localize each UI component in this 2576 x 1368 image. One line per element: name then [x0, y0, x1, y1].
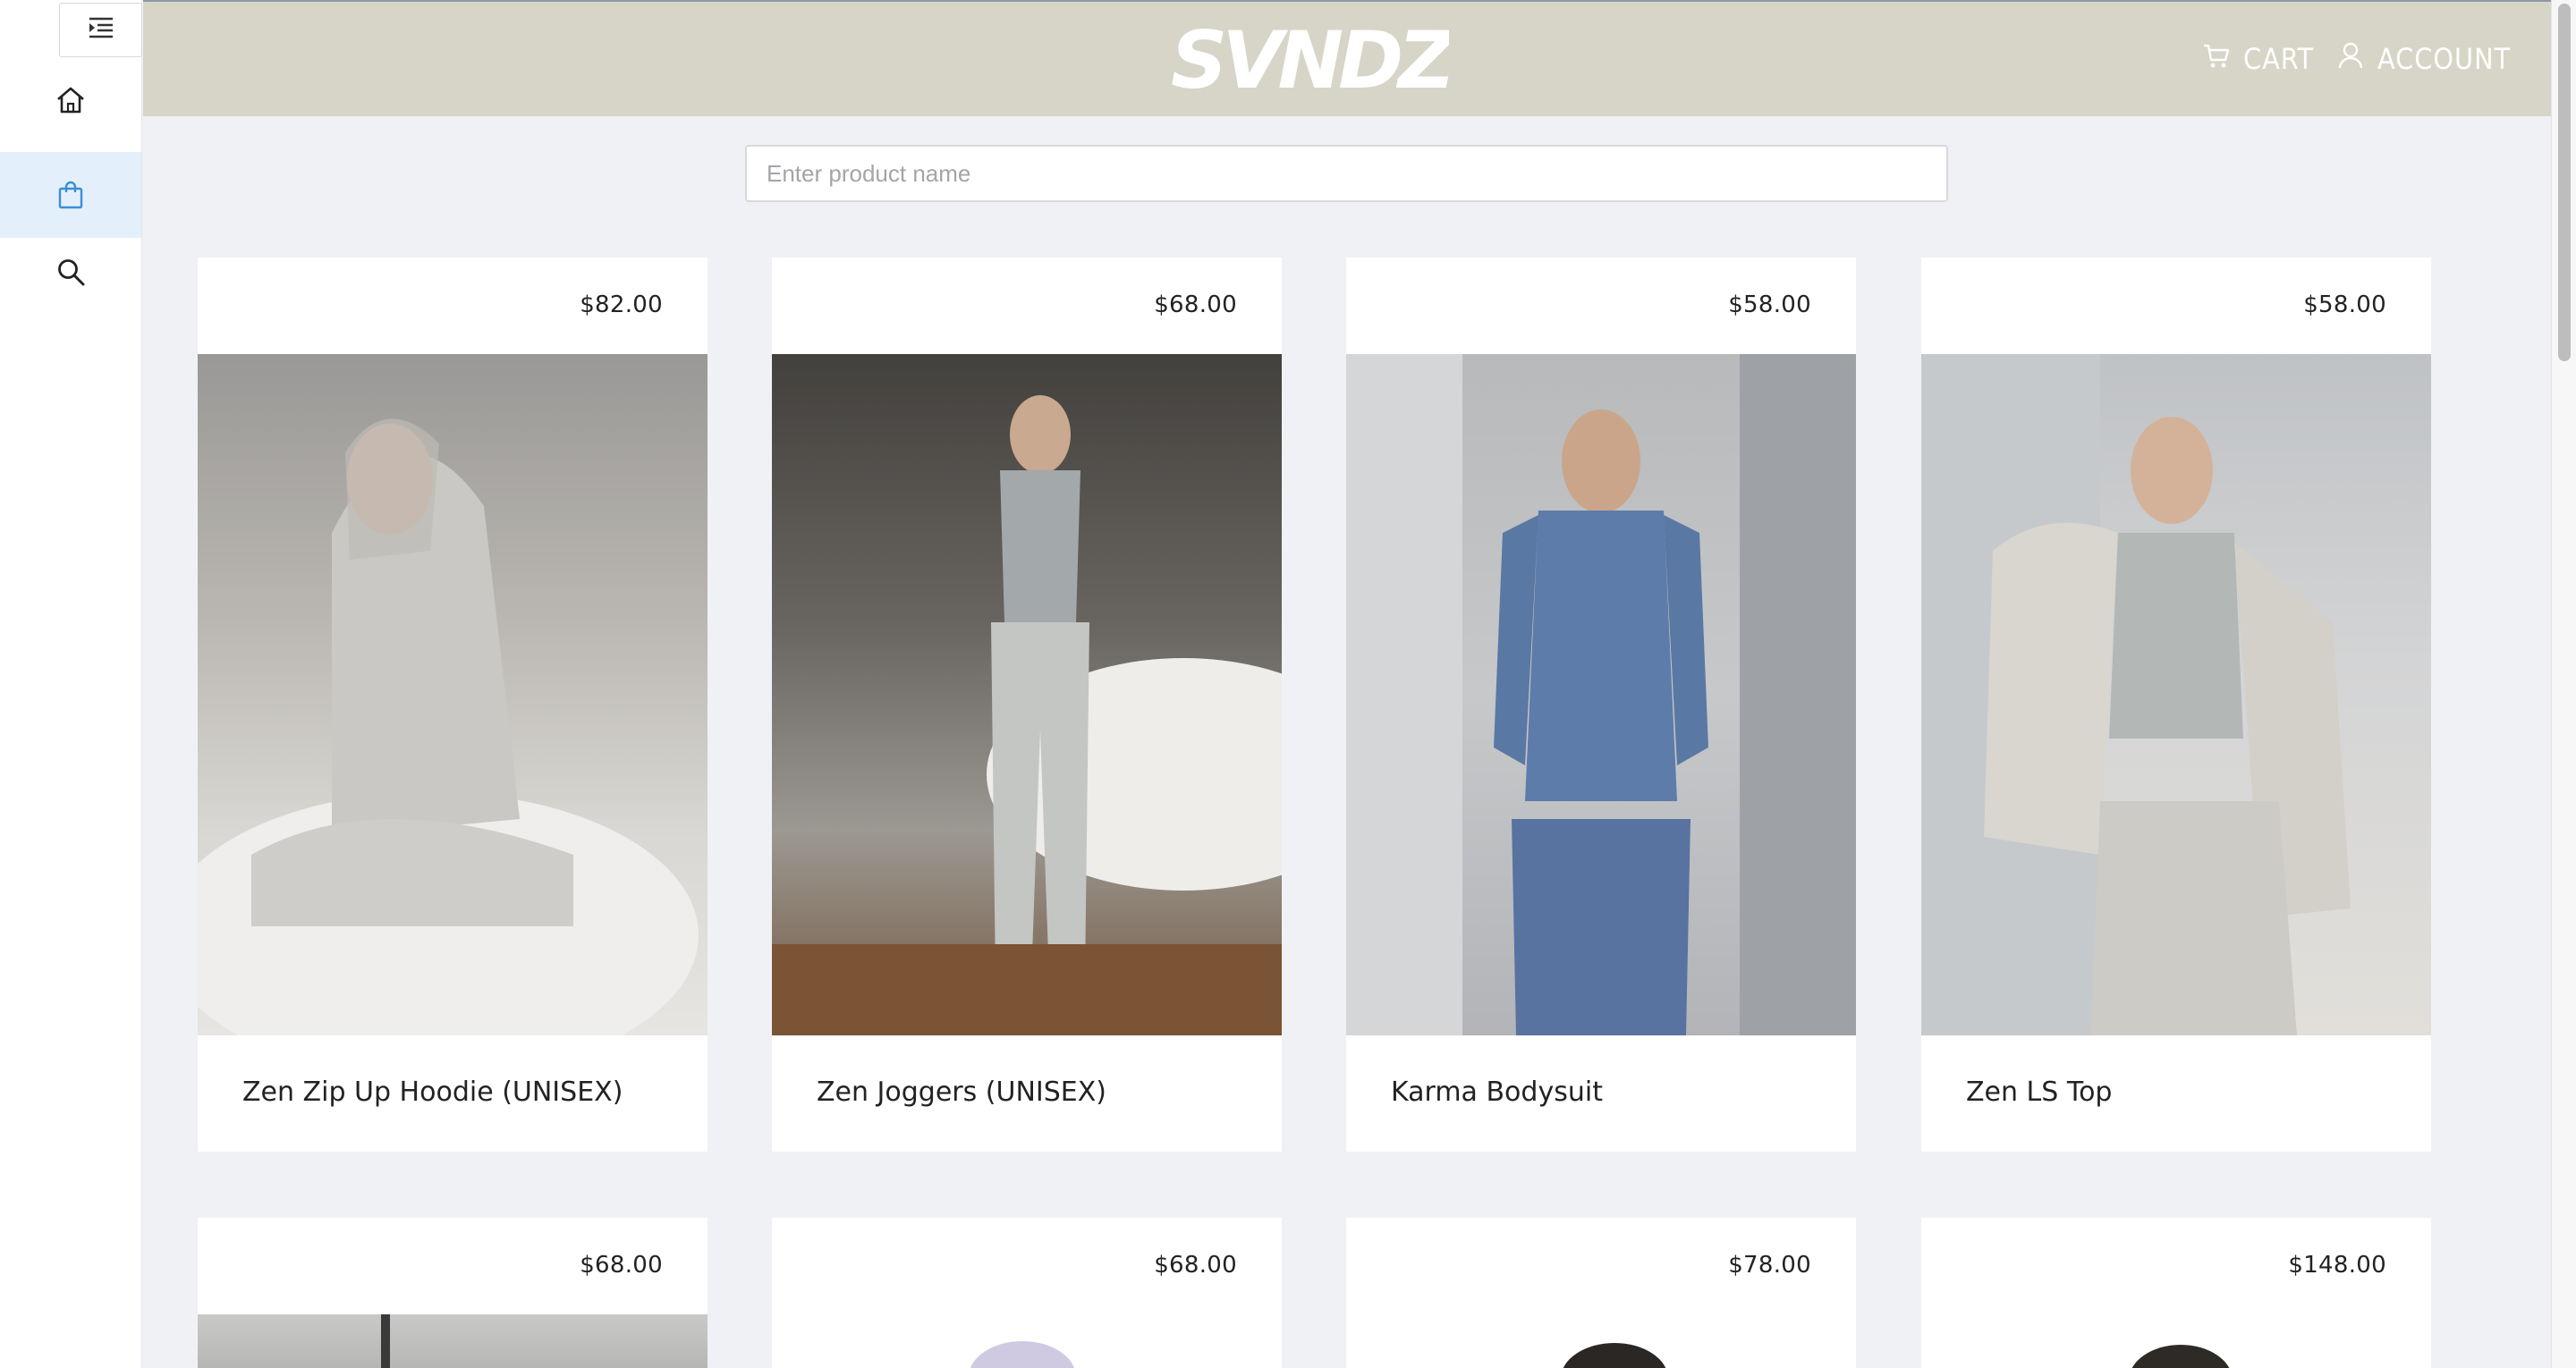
product-image[interactable]	[772, 354, 1282, 1035]
product-card[interactable]: $68.00	[198, 1218, 708, 1368]
product-image[interactable]	[1346, 1314, 1856, 1368]
product-card[interactable]: $82.00 Zen Zip Up Hoodie (UNISEX)	[198, 258, 708, 1152]
product-card[interactable]: $58.00 Zen LS Top	[1921, 258, 2431, 1152]
sidebar-collapse-button[interactable]	[59, 3, 142, 57]
product-card[interactable]: $58.00 Karma Bodysuit	[1346, 258, 1856, 1152]
cart-label: CART	[2243, 42, 2315, 76]
product-name: Karma Bodysuit	[1391, 1077, 1603, 1108]
page-scrollbar[interactable]	[2551, 0, 2576, 1368]
cart-icon	[2202, 41, 2231, 77]
product-price: $68.00	[1154, 291, 1237, 318]
product-price: $68.00	[1154, 1252, 1237, 1279]
product-card[interactable]: $68.00 Zen Joggers (UNISEX)	[772, 258, 1282, 1152]
product-name: Zen Zip Up Hoodie (UNISEX)	[242, 1077, 623, 1108]
product-card[interactable]: $148.00	[1921, 1218, 2431, 1368]
product-price: $68.00	[580, 1252, 663, 1279]
scrollbar-thumb[interactable]	[2558, 4, 2571, 361]
product-image[interactable]	[1921, 354, 2431, 1035]
product-card[interactable]: $78.00	[1346, 1218, 1856, 1368]
product-image[interactable]	[772, 1314, 1282, 1368]
product-price: $58.00	[2303, 291, 2386, 318]
shopping-bag-icon	[56, 180, 85, 210]
account-label: ACCOUNT	[2377, 42, 2512, 76]
product-price: $58.00	[1728, 291, 1811, 318]
product-image[interactable]	[198, 354, 708, 1035]
site-header: SVNDZ CART ACCOUNT	[143, 0, 2551, 116]
sidebar	[0, 0, 142, 1368]
product-image[interactable]	[1921, 1314, 2431, 1368]
sidebar-item-home[interactable]	[0, 57, 141, 143]
sidebar-item-shop[interactable]	[0, 152, 141, 238]
user-icon	[2336, 41, 2365, 77]
account-link[interactable]: ACCOUNT	[2336, 41, 2511, 77]
menu-collapse-icon	[88, 16, 114, 44]
product-image[interactable]	[198, 1314, 708, 1368]
product-price: $82.00	[580, 291, 663, 318]
product-card[interactable]: $68.00	[772, 1218, 1282, 1368]
product-search-input[interactable]	[745, 145, 1948, 202]
product-name: Zen LS Top	[1966, 1077, 2113, 1108]
product-name: Zen Joggers (UNISEX)	[817, 1077, 1107, 1108]
sidebar-item-search[interactable]	[0, 229, 141, 315]
search-icon	[55, 257, 86, 287]
home-icon	[55, 84, 87, 116]
brand-logo-text: SVNDZ	[1172, 18, 1449, 98]
product-image[interactable]	[1346, 354, 1856, 1035]
brand-logo[interactable]: SVNDZ	[1171, 14, 1462, 106]
product-price: $78.00	[1728, 1252, 1811, 1279]
product-price: $148.00	[2288, 1252, 2386, 1279]
cart-link[interactable]: CART	[2202, 41, 2314, 77]
